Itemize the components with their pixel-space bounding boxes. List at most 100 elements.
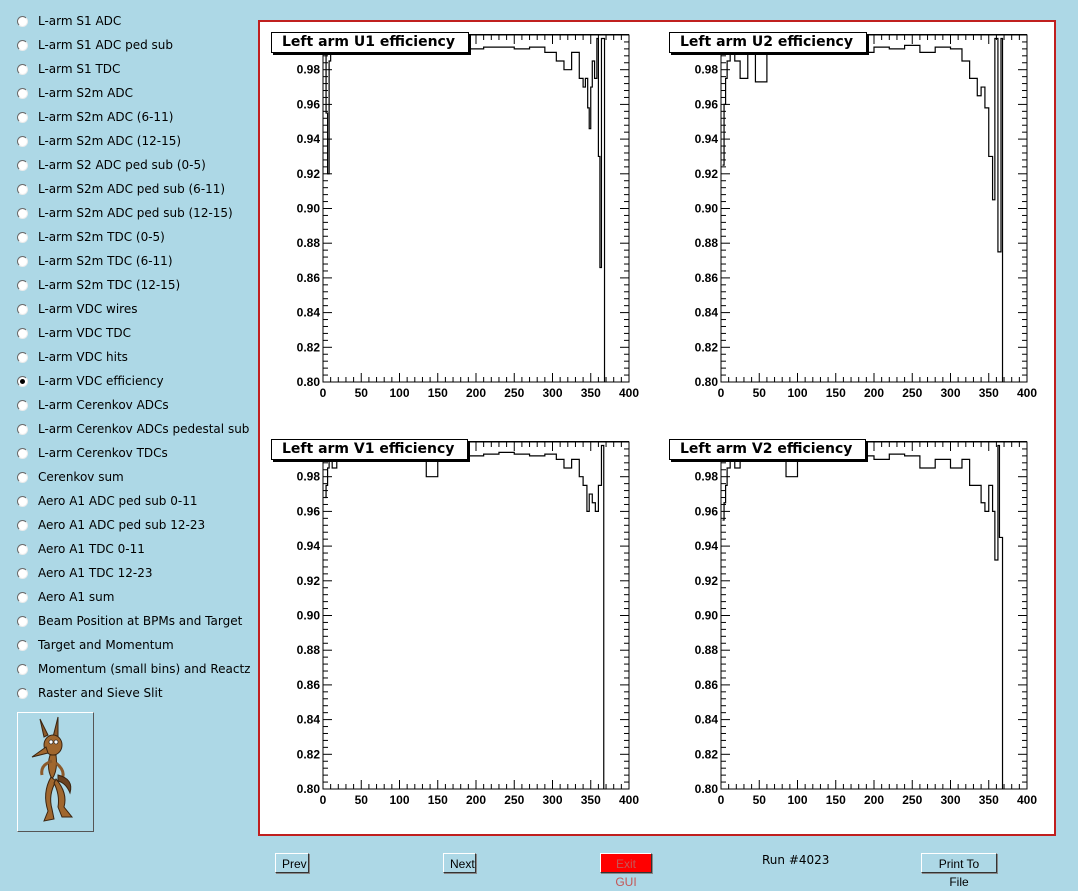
option-label: L-arm S2m TDC (6-11) xyxy=(38,254,173,268)
x-tick-label: 100 xyxy=(389,793,409,807)
histogram-option[interactable]: L-arm S2 ADC ped sub (0-5) xyxy=(14,155,206,175)
histogram-option[interactable]: L-arm S2m ADC xyxy=(14,83,133,103)
y-tick-label: 0.96 xyxy=(695,97,719,111)
radio-button[interactable] xyxy=(17,255,28,267)
radio-button[interactable] xyxy=(17,159,28,171)
radio-button[interactable] xyxy=(17,423,28,435)
histogram-option[interactable]: L-arm Cerenkov TDCs xyxy=(14,443,168,463)
y-tick-label: 0.92 xyxy=(297,574,321,588)
prev-button[interactable]: Prev xyxy=(275,853,309,873)
print-to-file-button[interactable]: Print To File xyxy=(921,853,997,889)
radio-button[interactable] xyxy=(17,447,28,459)
x-tick-label: 350 xyxy=(581,793,601,807)
y-tick-label: 0.82 xyxy=(297,747,321,761)
efficiency-histogram: 0 50 100 150 200 250 300 350 400 0.80 0.82 0.84 0.86… xyxy=(658,429,1058,829)
radio-button[interactable] xyxy=(17,15,28,27)
x-tick-label: 50 xyxy=(753,793,767,807)
radio-button[interactable] xyxy=(17,135,28,147)
radio-button[interactable] xyxy=(17,327,28,339)
radio-button[interactable] xyxy=(17,495,28,507)
radio-button[interactable] xyxy=(17,543,28,555)
radio-button[interactable] xyxy=(17,639,28,651)
x-tick-label: 100 xyxy=(787,793,807,807)
option-label: Raster and Sieve Slit xyxy=(38,686,163,700)
radio-button[interactable] xyxy=(17,207,28,219)
radio-button[interactable] xyxy=(17,591,28,603)
option-label: L-arm S2m ADC ped sub (12-15) xyxy=(38,206,233,220)
option-label: L-arm S2m ADC ped sub (6-11) xyxy=(38,182,226,196)
radio-button[interactable] xyxy=(17,39,28,51)
histogram-option[interactable]: L-arm S1 ADC ped sub xyxy=(14,35,173,55)
histogram-option[interactable]: L-arm S2m TDC (12-15) xyxy=(14,275,180,295)
exit-gui-button[interactable]: Exit GUI xyxy=(600,853,652,889)
radio-button[interactable] xyxy=(17,519,28,531)
histogram-plot: 0 50 100 150 200 250 300 350 400 0.80 0.82 0.84 0.86… xyxy=(695,34,1037,400)
histogram-option[interactable]: L-arm S2m TDC (6-11) xyxy=(14,251,173,271)
histogram-option[interactable]: L-arm VDC efficiency xyxy=(14,371,164,391)
y-tick-label: 0.80 xyxy=(297,782,321,796)
radio-button[interactable] xyxy=(17,351,28,363)
y-tick-label: 0.90 xyxy=(695,609,719,623)
histogram-option[interactable]: Aero A1 TDC 12-23 xyxy=(14,563,153,583)
efficiency-series-line xyxy=(722,444,1004,789)
option-label: Aero A1 ADC ped sub 0-11 xyxy=(38,494,198,508)
y-tick-label: 0.94 xyxy=(695,132,719,146)
histogram-plot: 0 50 100 150 200 250 300 350 400 0.80 0.82 0.84 0.86… xyxy=(297,34,639,400)
next-button[interactable]: Next xyxy=(443,853,476,873)
histogram-option[interactable]: L-arm VDC hits xyxy=(14,347,128,367)
histogram-option[interactable]: L-arm VDC wires xyxy=(14,299,137,319)
histogram-option[interactable]: L-arm S2m ADC (6-11) xyxy=(14,107,173,127)
y-tick-label: 0.82 xyxy=(695,340,719,354)
y-tick-label: 0.86 xyxy=(297,271,321,285)
option-label: L-arm S2m ADC (12-15) xyxy=(38,134,182,148)
radio-button[interactable] xyxy=(17,567,28,579)
histogram-option[interactable]: Beam Position at BPMs and Target xyxy=(14,611,242,631)
option-label: Target and Momentum xyxy=(38,638,174,652)
x-tick-label: 100 xyxy=(389,386,409,400)
option-label: L-arm VDC efficiency xyxy=(38,374,164,388)
radio-button[interactable] xyxy=(17,399,28,411)
y-tick-label: 0.82 xyxy=(297,340,321,354)
radio-button[interactable] xyxy=(17,63,28,75)
histogram-option[interactable]: Aero A1 ADC ped sub 0-11 xyxy=(14,491,197,511)
option-label: Aero A1 TDC 0-11 xyxy=(38,542,145,556)
histogram-option[interactable]: Aero A1 sum xyxy=(14,587,114,607)
histogram-option[interactable]: L-arm Cerenkov ADCs xyxy=(14,395,169,415)
histogram-option[interactable]: L-arm S2m ADC ped sub (12-15) xyxy=(14,203,233,223)
radio-button[interactable] xyxy=(17,183,28,195)
histogram-option[interactable]: Target and Momentum xyxy=(14,635,174,655)
y-tick-label: 0.88 xyxy=(695,236,719,250)
efficiency-series-line xyxy=(324,37,606,382)
efficiency-histogram: 0 50 100 150 200 250 300 350 400 0.80 0.82 0.84 0.86… xyxy=(260,429,660,829)
radio-button[interactable] xyxy=(17,303,28,315)
histogram-option[interactable]: L-arm S2m ADC ped sub (6-11) xyxy=(14,179,225,199)
y-tick-label: 0.96 xyxy=(297,97,321,111)
y-tick-label: 0.86 xyxy=(695,678,719,692)
radio-button[interactable] xyxy=(17,663,28,675)
histogram-option[interactable]: L-arm S1 ADC xyxy=(14,11,121,31)
radio-button[interactable] xyxy=(17,231,28,243)
histogram-option[interactable]: Raster and Sieve Slit xyxy=(14,683,163,703)
radio-button[interactable] xyxy=(17,87,28,99)
radio-button[interactable] xyxy=(17,471,28,483)
histogram-option[interactable]: Cerenkov sum xyxy=(14,467,124,487)
histogram-plot: 0 50 100 150 200 250 300 350 400 0.80 0.82 0.84 0.86… xyxy=(695,441,1037,807)
histogram-option[interactable]: Aero A1 ADC ped sub 12-23 xyxy=(14,515,205,535)
radio-button[interactable] xyxy=(17,687,28,699)
y-tick-label: 0.96 xyxy=(695,504,719,518)
efficiency-series-line xyxy=(722,37,1004,382)
histogram-option[interactable]: L-arm S2m ADC (12-15) xyxy=(14,131,181,151)
x-tick-label: 350 xyxy=(581,386,601,400)
histogram-option[interactable]: L-arm Cerenkov ADCs pedestal sub xyxy=(14,419,249,439)
radio-button[interactable] xyxy=(17,615,28,627)
radio-button[interactable] xyxy=(17,279,28,291)
histogram-option[interactable]: L-arm S2m TDC (0-5) xyxy=(14,227,165,247)
histogram-option[interactable]: L-arm VDC TDC xyxy=(14,323,131,343)
histogram-plot: 0 50 100 150 200 250 300 350 400 0.80 0.82 0.84 0.86… xyxy=(297,441,639,807)
histogram-option[interactable]: Aero A1 TDC 0-11 xyxy=(14,539,145,559)
histogram-option[interactable]: L-arm S1 TDC xyxy=(14,59,120,79)
y-tick-label: 0.86 xyxy=(695,271,719,285)
radio-button[interactable] xyxy=(17,111,28,123)
histogram-option[interactable]: Momentum (small bins) and Reactz xyxy=(14,659,250,679)
radio-button-selected[interactable] xyxy=(17,375,28,387)
